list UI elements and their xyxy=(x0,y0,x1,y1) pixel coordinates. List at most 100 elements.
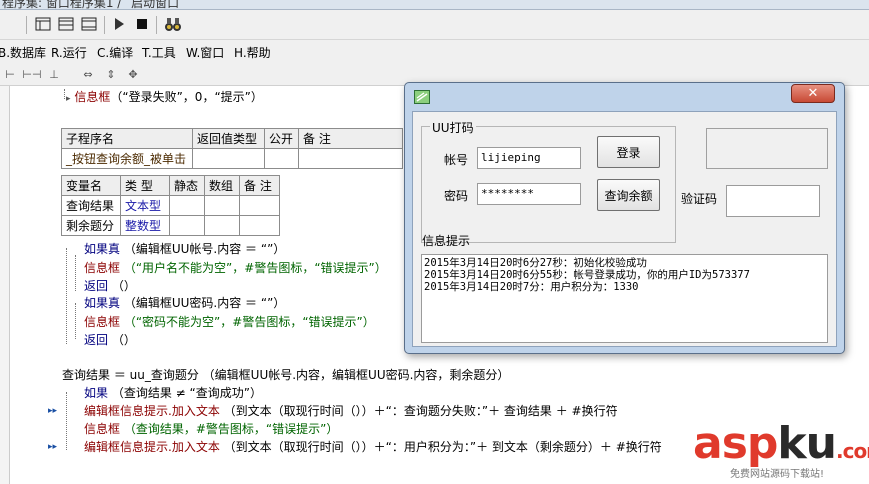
watermark-domain: .com xyxy=(835,439,869,463)
layout-icon[interactable] xyxy=(32,14,54,34)
code-line: 信息框 （“用户名不能为空”，#警告图标，“错误提示”） xyxy=(84,259,387,276)
code-line: 信息框 （“密码不能为空”，#警告图标，“错误提示”） xyxy=(84,313,375,330)
code-keyword: 如果 xyxy=(84,386,109,400)
menu-tools[interactable]: T.工具 xyxy=(142,44,176,61)
table-cell[interactable] xyxy=(192,148,265,169)
app-title: 程序集: 窗口程序集1 / _启动窗口 xyxy=(2,0,180,10)
table-header: 返回值类型 xyxy=(192,128,265,149)
table-cell[interactable] xyxy=(264,148,299,169)
code-keyword: 编辑框信息提示.加入文本 xyxy=(84,404,220,418)
table-cell[interactable] xyxy=(169,195,205,216)
toolbar-separator xyxy=(104,16,105,34)
table-cell[interactable] xyxy=(239,215,280,236)
same-width-icon[interactable]: ⇔ xyxy=(80,66,96,82)
search-binoculars-icon[interactable] xyxy=(162,14,184,34)
table-header: 静态 xyxy=(169,175,205,196)
align-center-icon[interactable]: ⊢⊣ xyxy=(22,66,41,82)
uu-groupbox: UU打码 帐号 lijieping 密码 ******** 登录 查询余额 xyxy=(421,119,676,243)
code-args: （“登录失败”，0，“提示”） xyxy=(110,90,263,104)
close-button[interactable]: ✕ xyxy=(791,84,835,103)
code-keyword: 信息框 xyxy=(84,315,121,329)
app-title-bar: 程序集: 窗口程序集1 / _启动窗口 xyxy=(0,0,869,10)
table-cell[interactable] xyxy=(204,195,240,216)
menu-bar: B.数据库 R.运行 C.编译 T.工具 W.窗口 H.帮助 xyxy=(0,40,869,64)
editor-gutter xyxy=(0,86,10,484)
same-size-icon[interactable]: ✥ xyxy=(125,66,141,82)
password-input[interactable]: ******** xyxy=(477,183,581,205)
code-keyword: 信息框 xyxy=(84,422,121,436)
code-line: 信息框 （查询结果，#警告图标，“错误提示”） xyxy=(84,420,338,437)
code-args: （） xyxy=(111,333,136,347)
code-line: 如果 （查询结果 ≠ “查询成功”） xyxy=(84,384,262,401)
table-header: 数组 xyxy=(204,175,240,196)
watermark-ku: ku xyxy=(777,418,837,469)
table-cell[interactable]: _按钮查询余额_被单击 xyxy=(61,148,193,169)
info-log-textarea[interactable]: 2015年3月14日20时6分27秒：初始化校验成功 2015年3月14日20时… xyxy=(421,254,828,343)
code-guide xyxy=(64,89,65,99)
code-args: （编辑框UU密码.内容 ＝ “”） xyxy=(123,296,286,310)
code-line: 编辑框信息提示.加入文本 （到文本（取现行时间（））＋“：查询题分失败：”＋ 查… xyxy=(84,402,618,419)
table-header: 备 注 xyxy=(298,128,403,149)
account-input[interactable]: lijieping xyxy=(477,147,581,169)
query-balance-button[interactable]: 查询余额 xyxy=(597,179,660,211)
code-line: ▸ 信息框（“登录失败”，0，“提示”） xyxy=(66,88,263,105)
code-keyword: 返回 xyxy=(84,333,109,347)
password-label: 密码 xyxy=(444,189,469,203)
toolbar-separator xyxy=(156,16,157,34)
code-args: （“密码不能为空”，#警告图标，“错误提示”） xyxy=(123,315,375,329)
code-line: 返回 （） xyxy=(84,277,136,294)
code-guide xyxy=(66,248,67,344)
table-row: 查询结果 文本型 xyxy=(61,195,280,216)
code-keyword: 如果真 xyxy=(84,296,121,310)
uu-dialog-window: ✕ UU打码 帐号 lijieping 密码 ******** 登录 查询余额 … xyxy=(404,82,845,354)
table-header: 子程序名 xyxy=(61,128,193,149)
table-header: 变量名 xyxy=(61,175,121,196)
run-icon[interactable] xyxy=(108,14,130,34)
align-vertical-icon[interactable]: ⊥ xyxy=(46,66,62,82)
table-cell[interactable]: 剩余题分 xyxy=(61,215,121,236)
subroutine-table: 子程序名 返回值类型 公开 备 注 _按钮查询余额_被单击 xyxy=(61,128,403,169)
layout-split-icon[interactable] xyxy=(55,14,77,34)
login-button[interactable]: 登录 xyxy=(597,136,660,168)
code-keyword: 如果真 xyxy=(84,242,121,256)
table-row: 剩余题分 整数型 xyxy=(61,215,280,236)
table-cell[interactable]: 文本型 xyxy=(120,195,170,216)
menu-compile[interactable]: C.编译 xyxy=(97,44,133,61)
table-cell[interactable] xyxy=(239,195,280,216)
code-guide xyxy=(66,392,67,450)
code-guide xyxy=(75,303,76,339)
log-line: 2015年3月14日20时6分55秒：帐号登录成功，你的用户ID为573377 xyxy=(424,269,750,281)
menu-help[interactable]: H.帮助 xyxy=(234,44,271,61)
code-keyword: 编辑框信息提示.加入文本 xyxy=(84,440,220,454)
toolbar-separator xyxy=(26,16,27,34)
layout-panel-icon[interactable] xyxy=(78,14,100,34)
breakpoint-arrow-icon[interactable]: ▸▸ xyxy=(48,442,57,452)
code-keyword: 信息框 xyxy=(84,261,121,275)
breakpoint-arrow-icon[interactable]: ▸▸ xyxy=(48,406,57,416)
log-line: 2015年3月14日20时6分27秒：初始化校验成功 xyxy=(424,257,647,269)
table-cell[interactable] xyxy=(169,215,205,236)
table-header: 公开 xyxy=(264,128,299,149)
align-left-icon[interactable]: ⊢ xyxy=(2,66,18,82)
stop-icon[interactable] xyxy=(131,14,153,34)
table-cell[interactable] xyxy=(204,215,240,236)
table-cell[interactable]: 查询结果 xyxy=(61,195,121,216)
captcha-label: 验证码 xyxy=(681,192,718,206)
menu-window[interactable]: W.窗口 xyxy=(186,44,224,61)
table-cell[interactable] xyxy=(298,148,403,169)
watermark-subtitle: 免费网站源码下载站! xyxy=(730,469,825,480)
captcha-input[interactable] xyxy=(726,185,820,217)
code-keyword: 查询结果 ＝ uu_查询题分 xyxy=(62,368,199,382)
menu-database[interactable]: B.数据库 xyxy=(0,44,46,61)
code-guide xyxy=(75,255,76,291)
same-height-icon[interactable]: ⇕ xyxy=(103,66,119,82)
dialog-body: UU打码 帐号 lijieping 密码 ******** 登录 查询余额 验证… xyxy=(412,111,837,347)
main-toolbar xyxy=(0,10,869,40)
menu-run[interactable]: R.运行 xyxy=(51,44,87,61)
account-label: 帐号 xyxy=(444,153,469,167)
table-cell[interactable]: 整数型 xyxy=(120,215,170,236)
captcha-image xyxy=(706,128,828,169)
table-header: 备 注 xyxy=(239,175,280,196)
window-app-icon xyxy=(414,90,430,104)
table-header: 类 型 xyxy=(120,175,170,196)
